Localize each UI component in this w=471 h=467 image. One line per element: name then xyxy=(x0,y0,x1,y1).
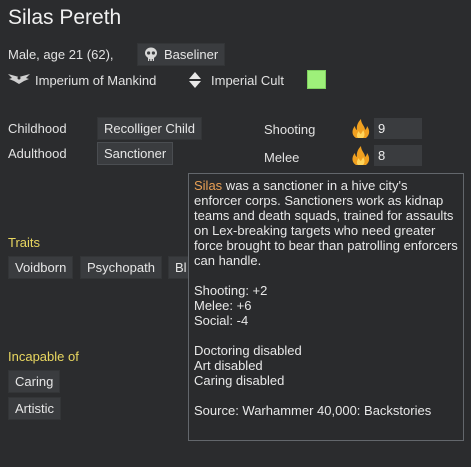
trait-voidborn[interactable]: Voidborn xyxy=(8,256,74,279)
flame-icon xyxy=(352,119,370,138)
tooltip-stat: Social: -4 xyxy=(194,313,249,328)
tooltip-description-text: was a sanctioner in a hive city's enforc… xyxy=(194,178,458,268)
adulthood-backstory[interactable]: Sanctioner xyxy=(97,142,174,165)
skill-label-shooting: Shooting xyxy=(264,122,316,137)
trait-psychopath[interactable]: Psychopath xyxy=(80,256,162,279)
skill-value-shooting: 9 xyxy=(374,118,422,139)
ideology-color-swatch xyxy=(307,70,326,89)
childhood-label: Childhood xyxy=(8,121,67,136)
incapable-heading: Incapable of xyxy=(8,349,79,364)
traits-heading: Traits xyxy=(8,235,41,250)
tooltip-disabled-work: Doctoring disabled xyxy=(194,343,302,358)
skill-label-melee: Melee xyxy=(264,150,300,165)
pawn-summary: Male, age 21 (62), xyxy=(8,47,114,62)
tooltip-stat: Shooting: +2 xyxy=(194,283,268,298)
incapable-artistic: Artistic xyxy=(8,397,61,420)
tooltip-description: Silas was a sanctioner in a hive city's … xyxy=(194,178,458,268)
tooltip-disabled-work: Art disabled xyxy=(194,358,263,373)
xenotype-label: Baseliner xyxy=(164,47,219,62)
xenotype-tag[interactable]: Baseliner xyxy=(137,43,226,66)
tooltip-source: Source: Warhammer 40,000: Backstories xyxy=(194,403,432,418)
aquila-icon xyxy=(8,74,30,84)
flame-icon xyxy=(352,146,370,165)
incapable-caring: Caring xyxy=(8,370,61,393)
tooltip-pawn-name: Silas xyxy=(194,178,223,193)
backstory-tooltip: Silas was a sanctioner in a hive city's … xyxy=(188,173,464,441)
tooltip-disabled-work: Caring disabled xyxy=(194,373,285,388)
pawn-name: Silas Pereth xyxy=(8,6,122,29)
tooltip-stat: Melee: +6 xyxy=(194,298,252,313)
ideology-name[interactable]: Imperial Cult xyxy=(211,73,284,88)
faction-name[interactable]: Imperium of Mankind xyxy=(35,73,156,88)
skill-value-melee: 8 xyxy=(374,145,422,166)
childhood-backstory[interactable]: Recolliger Child xyxy=(97,117,203,140)
adulthood-label: Adulthood xyxy=(8,146,67,161)
ideology-icon xyxy=(188,72,202,88)
skull-icon xyxy=(145,47,157,61)
